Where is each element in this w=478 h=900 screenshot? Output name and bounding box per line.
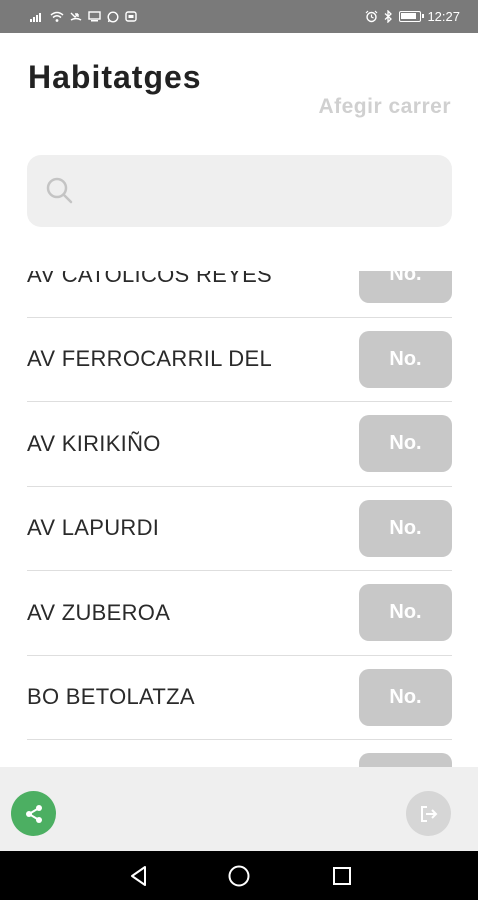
status-left-icons — [30, 10, 137, 23]
status-time: 12:27 — [427, 9, 460, 24]
list-item[interactable] — [27, 740, 452, 767]
screen-icon — [88, 11, 101, 22]
street-name: AV KIRIKIÑO — [27, 430, 161, 456]
street-name: BO BETOLATZA — [27, 684, 195, 710]
recents-icon[interactable] — [330, 864, 354, 888]
number-button[interactable]: No. — [359, 271, 452, 303]
share-button[interactable] — [11, 791, 56, 836]
list-item[interactable]: AV LAPURDI No. — [27, 487, 452, 571]
page-title: Habitatges — [28, 59, 202, 95]
status-right-icons: 12:27 — [365, 9, 460, 24]
number-button[interactable]: No. — [359, 415, 452, 472]
list-item[interactable]: AV KIRIKIÑO No. — [27, 402, 452, 487]
notification-icon — [125, 11, 137, 22]
alarm-icon — [366, 10, 378, 23]
street-name: AV CATOLICOS REYES — [27, 271, 273, 287]
street-name: AV ZUBEROA — [27, 599, 171, 625]
list-item[interactable]: AV CATOLICOS REYES No. — [27, 271, 452, 318]
home-icon[interactable] — [227, 864, 251, 888]
search-input[interactable] — [87, 169, 437, 213]
app-content: Habitatges Afegir carrer AV CATOLICOS RE… — [0, 33, 478, 767]
signal-icon — [30, 13, 41, 22]
street-list[interactable]: AV CATOLICOS REYES No. AV FERROCARRIL DE… — [27, 271, 452, 767]
status-bar: 12:27 — [0, 0, 478, 33]
list-item[interactable]: AV ZUBEROA No. — [27, 571, 452, 656]
number-button[interactable]: No. — [359, 499, 452, 557]
missed-call-icon — [70, 12, 82, 21]
bottom-bar — [0, 767, 478, 851]
number-button[interactable] — [359, 753, 452, 767]
logout-icon — [420, 805, 437, 822]
system-nav-bar — [0, 851, 478, 900]
street-name: AV FERROCARRIL DEL — [27, 346, 273, 372]
number-button[interactable]: No. — [359, 330, 452, 388]
add-street-button[interactable]: Afegir carrer — [318, 95, 451, 119]
search-box[interactable] — [27, 155, 452, 227]
search-icon — [46, 177, 73, 204]
number-button[interactable]: No. — [359, 584, 452, 641]
list-item[interactable]: AV FERROCARRIL DEL No. — [27, 318, 452, 402]
number-button[interactable]: No. — [359, 668, 452, 726]
bluetooth-icon — [385, 10, 393, 23]
share-icon — [25, 804, 42, 823]
wifi-icon — [50, 11, 64, 22]
street-name: AV LAPURDI — [27, 515, 160, 541]
street-list-inner: AV CATOLICOS REYES No. AV FERROCARRIL DE… — [27, 271, 452, 767]
whatsapp-icon — [107, 10, 119, 23]
list-item[interactable]: BO BETOLATZA No. — [27, 656, 452, 740]
back-icon[interactable] — [127, 864, 151, 888]
battery-icon — [399, 11, 425, 22]
logout-button[interactable] — [406, 791, 451, 836]
